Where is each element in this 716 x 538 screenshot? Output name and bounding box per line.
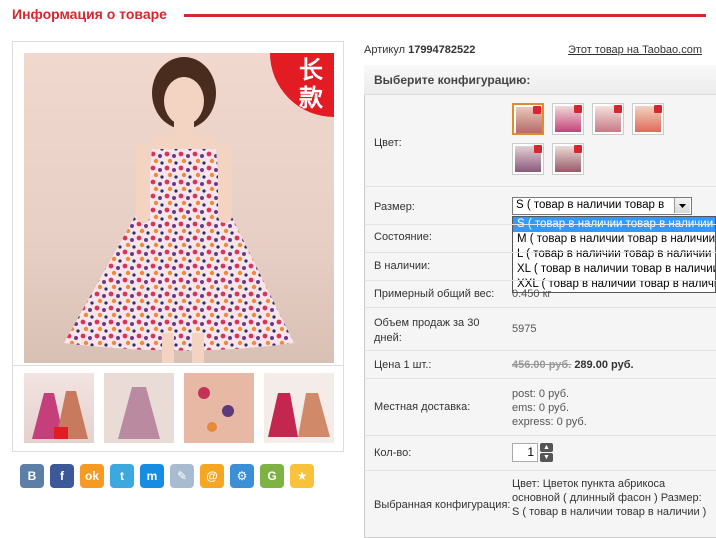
sku-line: Артикул 17994782522 — [364, 44, 476, 56]
sku-number: 17994782522 — [408, 44, 476, 56]
configuration-title: Выберите конфигурацию: — [374, 73, 531, 87]
row-separator — [364, 378, 716, 379]
price-line: 456.00 руб. 289.00 руб. — [512, 359, 634, 371]
color-swatch-2[interactable] — [552, 103, 584, 135]
product-photo[interactable] — [24, 53, 334, 363]
price-old: 456.00 руб. — [512, 359, 572, 371]
thumbnail-1[interactable] — [24, 373, 94, 443]
delivery-express: express: 0 руб. — [512, 416, 587, 428]
quantity-label: Кол-во: — [374, 447, 412, 459]
mailru-icon[interactable]: m — [140, 464, 164, 488]
thumbnail-2[interactable] — [104, 373, 174, 443]
selected-config-label: Выбранная конфигурация: — [374, 499, 511, 511]
color-label: Цвет: — [374, 137, 402, 149]
chevron-down-icon — [679, 204, 686, 208]
vk-icon[interactable]: B — [20, 464, 44, 488]
configuration-panel — [364, 65, 716, 538]
condition-label: Состояние: — [374, 231, 432, 243]
row-separator — [364, 280, 716, 281]
price-new: 289.00 руб. — [574, 359, 634, 371]
thumbnail-3[interactable] — [184, 373, 254, 443]
weight-value: 0.450 кг — [512, 288, 552, 300]
color-swatch-4[interactable] — [632, 103, 664, 135]
row-separator — [364, 307, 716, 308]
size-select-arrow[interactable] — [674, 198, 690, 213]
dress-illustration — [64, 57, 294, 363]
size-option[interactable]: M ( товар в наличии товар в наличии ) — [513, 232, 715, 247]
stock-label: В наличии: — [374, 260, 431, 272]
price-label: Цена 1 шт.: — [374, 359, 432, 371]
color-swatch-3[interactable] — [592, 103, 624, 135]
size-option[interactable]: L ( товар в наличии товар в наличии ) — [513, 247, 715, 262]
row-separator — [364, 470, 716, 471]
row-separator — [364, 224, 716, 225]
color-swatch-1[interactable] — [512, 103, 544, 135]
selected-config-text: Цвет: Цветок пункта абрикоса основной ( … — [512, 478, 707, 518]
googleplus-icon[interactable]: G — [260, 464, 284, 488]
size-label: Размер: — [374, 201, 415, 213]
row-separator — [364, 435, 716, 436]
weight-label: Примерный общий вес: — [374, 288, 495, 300]
facebook-icon[interactable]: f — [50, 464, 74, 488]
page-section-title: Информация о товаре — [12, 6, 167, 22]
delivery-post: post: 0 руб. — [512, 388, 570, 400]
size-dropdown-list: S ( товар в наличии товар в наличии ) M … — [512, 216, 716, 293]
row-separator — [364, 252, 716, 253]
row-separator — [364, 350, 716, 351]
size-option[interactable]: XL ( товар в наличии товар в наличии ) — [513, 262, 715, 277]
sales-value: 5975 — [512, 323, 537, 335]
size-select-value: S ( товар в наличии товар в — [516, 199, 665, 211]
quantity-up-icon[interactable]: ▲ — [540, 443, 553, 452]
odnoklassniki-icon[interactable]: ok — [80, 464, 104, 488]
color-swatch-6[interactable] — [552, 143, 584, 175]
quantity-input[interactable]: 1 — [512, 443, 538, 462]
mail-icon[interactable]: @ — [200, 464, 224, 488]
taobao-link[interactable]: Этот товар на Taobao.com — [568, 44, 702, 56]
color-swatch-5[interactable] — [512, 143, 544, 175]
sales-label: Объем продаж за 30 дней: — [374, 317, 480, 344]
header-divider — [184, 14, 706, 17]
settings-icon[interactable]: ⚙ — [230, 464, 254, 488]
twitter-icon[interactable]: t — [110, 464, 134, 488]
delivery-label: Местная доставка: — [374, 401, 471, 413]
delivery-ems: ems: 0 руб. — [512, 402, 570, 414]
delivery-list: post: 0 руб. ems: 0 руб. express: 0 руб. — [512, 387, 587, 429]
quantity-down-icon[interactable]: ▼ — [540, 453, 553, 462]
thumbnail-4[interactable] — [264, 373, 334, 443]
livejournal-icon[interactable]: ✎ — [170, 464, 194, 488]
row-separator — [364, 186, 716, 187]
favorites-icon[interactable]: ★ — [290, 464, 314, 488]
